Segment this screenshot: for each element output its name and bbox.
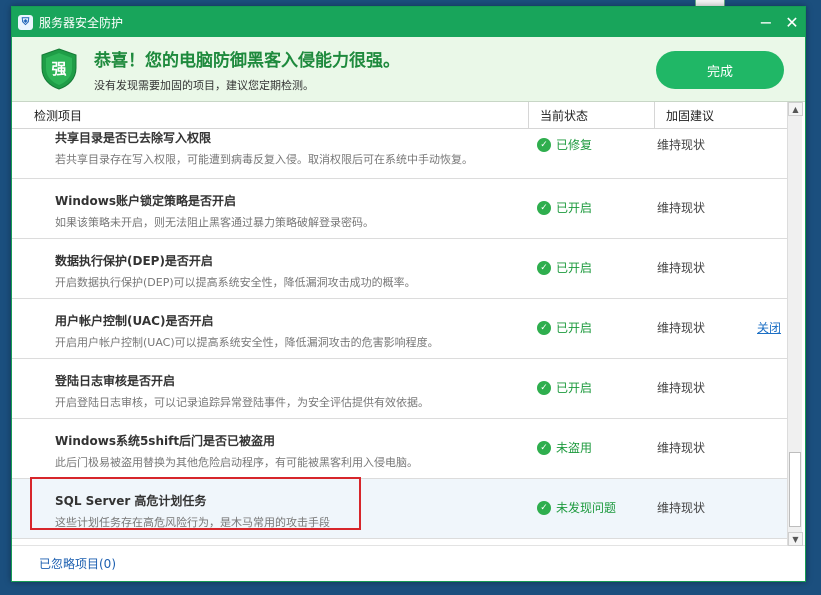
table-row[interactable]: 数据执行保护(DEP)是否开启 开启数据执行保护(DEP)可以提高系统安全性，降… — [12, 239, 788, 299]
table-row[interactable]: 共享目录是否已去除写入权限 若共享目录存在写入权限，可能遭到病毒反复入侵。取消权… — [12, 129, 788, 179]
row-description: 如果该策略未开启，则无法阻止黑客通过暴力策略破解登录密码。 — [55, 216, 374, 229]
row-description: 这些计划任务存在高危风险行为，是木马常用的攻击手段 — [55, 516, 330, 529]
row-title: 共享目录是否已去除写入权限 — [55, 131, 212, 145]
shield-icon: ⛨ — [18, 14, 33, 30]
row-advice: 维持现状 — [657, 261, 706, 275]
row-title: 数据执行保护(DEP)是否开启 — [55, 254, 213, 268]
column-header-item: 检测项目 — [12, 102, 529, 128]
table-row[interactable]: Windows账户锁定策略是否开启 如果该策略未开启，则无法阻止黑客通过暴力策略… — [12, 179, 788, 239]
result-subtitle: 没有发现需要加固的项目，建议您定期检测。 — [94, 78, 314, 92]
row-title: Windows系统5shift后门是否已被盗用 — [55, 434, 276, 448]
status-text: 已开启 — [556, 201, 593, 215]
disable-uac-link[interactable]: 关闭 — [757, 319, 781, 336]
table-row[interactable]: Windows系统5shift后门是否已被盗用 此后门极易被盗用替换为其他危险启… — [12, 419, 788, 479]
check-circle-icon: ✓ — [537, 320, 551, 335]
column-header-advice: 加固建议 — [666, 108, 715, 123]
row-advice: 维持现状 — [657, 201, 706, 215]
row-advice: 维持现状 — [657, 441, 706, 455]
table-row[interactable]: SQL Server 高危计划任务 这些计划任务存在高危风险行为，是木马常用的攻… — [12, 479, 788, 539]
row-advice: 维持现状 — [657, 381, 706, 395]
row-status: ✓ 未发现问题 — [537, 499, 616, 516]
row-status: ✓ 已开启 — [537, 379, 592, 396]
scroll-up-arrow-icon[interactable]: ▲ — [788, 102, 803, 116]
scroll-down-arrow-icon[interactable]: ▼ — [788, 532, 803, 546]
row-title: 用户帐户控制(UAC)是否开启 — [55, 314, 214, 328]
check-circle-icon: ✓ — [537, 200, 551, 215]
vertical-scrollbar[interactable]: ▲ ▼ — [787, 102, 803, 546]
window-title: 服务器安全防护 — [39, 15, 124, 30]
row-description: 此后门极易被盗用替换为其他危险启动程序，有可能被黑客利用入侵电脑。 — [55, 456, 418, 469]
check-circle-icon: ✓ — [537, 260, 551, 275]
close-button[interactable]: ✕ — [779, 7, 805, 37]
check-table: 检测项目 当前状态 加固建议 共享目录是否已去除写入权限 若共享目录存在写入权限… — [12, 101, 805, 546]
row-title: Windows账户锁定策略是否开启 — [55, 194, 236, 208]
column-header-status: 当前状态 — [529, 102, 655, 128]
result-header: 强 恭喜！您的电脑防御黑客入侵能力很强。 没有发现需要加固的项目，建议您定期检测… — [12, 37, 805, 101]
footer: 已忽略项目(0) — [12, 545, 805, 581]
row-advice: 维持现状 — [657, 501, 706, 515]
row-status: ✓ 已开启 — [537, 199, 592, 216]
row-advice: 维持现状 — [657, 321, 706, 335]
shield-label: 强 — [51, 59, 67, 78]
row-description: 若共享目录存在写入权限，可能遭到病毒反复入侵。取消权限后可在系统中手动恢复。 — [55, 153, 473, 166]
table-header: 检测项目 当前状态 加固建议 — [12, 102, 788, 129]
row-status: ✓ 已开启 — [537, 319, 592, 336]
status-text: 已开启 — [556, 321, 593, 335]
minimize-button[interactable]: − — [753, 7, 779, 37]
row-advice: 维持现状 — [657, 138, 706, 152]
row-title: SQL Server 高危计划任务 — [55, 494, 207, 508]
done-button[interactable]: 完成 — [656, 51, 784, 89]
row-description: 开启用户帐户控制(UAC)可以提高系统安全性，降低漏洞攻击的危害影响程度。 — [55, 336, 439, 349]
check-circle-icon: ✓ — [537, 500, 551, 515]
title-bar[interactable]: ⛨ 服务器安全防护 − ✕ — [12, 7, 805, 37]
row-title: 登陆日志审核是否开启 — [55, 374, 176, 388]
row-description: 开启数据执行保护(DEP)可以提高系统安全性，降低漏洞攻击成功的概率。 — [55, 276, 416, 289]
row-status: ✓ 未盗用 — [537, 439, 592, 456]
status-text: 已开启 — [556, 261, 593, 275]
status-text: 未发现问题 — [556, 501, 617, 515]
result-title: 恭喜！您的电脑防御黑客入侵能力很强。 — [94, 50, 400, 71]
row-status: ✓ 已开启 — [537, 259, 592, 276]
ignored-items-link[interactable]: 已忽略项目(0) — [39, 555, 116, 572]
status-text: 未盗用 — [556, 441, 593, 455]
row-status: ✓ 已修复 — [537, 136, 592, 153]
check-circle-icon: ✓ — [537, 380, 551, 395]
security-window: ⛨ 服务器安全防护 − ✕ 强 恭喜！您的电脑防御黑客入侵能力很强。 没有发现需… — [11, 6, 806, 582]
status-text: 已开启 — [556, 381, 593, 395]
scroll-thumb[interactable] — [789, 452, 801, 527]
check-circle-icon: ✓ — [537, 137, 551, 152]
row-description: 开启登陆日志审核，可以记录追踪异常登陆事件，为安全评估提供有效依据。 — [55, 396, 429, 409]
table-row[interactable]: 用户帐户控制(UAC)是否开启 开启用户帐户控制(UAC)可以提高系统安全性，降… — [12, 299, 788, 359]
check-list[interactable]: 共享目录是否已去除写入权限 若共享目录存在写入权限，可能遭到病毒反复入侵。取消权… — [12, 129, 788, 546]
check-circle-icon: ✓ — [537, 440, 551, 455]
table-row[interactable]: 登陆日志审核是否开启 开启登陆日志审核，可以记录追踪异常登陆事件，为安全评估提供… — [12, 359, 788, 419]
security-shield-icon: 强 — [40, 48, 78, 90]
status-text: 已修复 — [556, 138, 593, 152]
